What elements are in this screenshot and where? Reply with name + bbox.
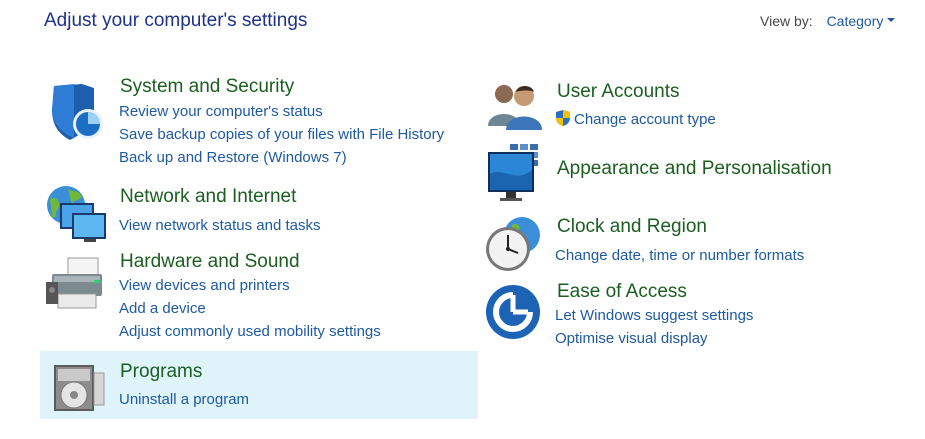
view-by: View by: Category: [760, 13, 896, 29]
category-user-accounts: User Accounts Change account type: [482, 80, 902, 134]
link-review-status[interactable]: Review your computer's status: [119, 100, 444, 123]
view-by-dropdown[interactable]: Category: [827, 13, 896, 29]
monitor-icon[interactable]: [486, 144, 546, 204]
link-network-status[interactable]: View network status and tasks: [119, 214, 321, 237]
clock-globe-icon[interactable]: [482, 215, 546, 275]
view-by-value: Category: [826, 13, 884, 29]
category-title[interactable]: System and Security: [120, 76, 294, 98]
ease-of-access-icon[interactable]: [484, 283, 542, 341]
category-hardware-and-sound: Hardware and Sound View devices and prin…: [44, 250, 474, 346]
category-title[interactable]: Clock and Region: [557, 216, 707, 238]
link-mobility-settings[interactable]: Adjust commonly used mobility settings: [119, 320, 381, 343]
category-programs[interactable]: Programs Uninstall a program: [40, 351, 478, 419]
link-optimise-display[interactable]: Optimise visual display: [555, 327, 753, 350]
category-clock-and-region: Clock and Region Change date, time or nu…: [482, 215, 902, 275]
page-title: Adjust your computer's settings: [44, 10, 308, 31]
category-appearance-personalisation: Appearance and Personalisation: [482, 142, 902, 202]
network-globe-icon[interactable]: [44, 185, 108, 245]
link-suggest-settings[interactable]: Let Windows suggest settings: [555, 304, 753, 327]
link-add-device[interactable]: Add a device: [119, 297, 381, 320]
link-change-account-type[interactable]: Change account type: [555, 108, 716, 131]
category-system-and-security: System and Security Review your computer…: [44, 76, 474, 172]
programs-icon: [54, 365, 105, 411]
category-title[interactable]: User Accounts: [557, 81, 680, 103]
category-title[interactable]: Network and Internet: [120, 186, 296, 208]
link-date-time-formats[interactable]: Change date, time or number formats: [555, 244, 804, 267]
category-title[interactable]: Ease of Access: [557, 281, 687, 303]
uac-shield-icon: [556, 110, 570, 127]
category-network-and-internet: Network and Internet View network status…: [44, 185, 474, 245]
category-title[interactable]: Hardware and Sound: [120, 251, 300, 273]
printer-icon[interactable]: [46, 256, 108, 314]
link-backup-restore[interactable]: Back up and Restore (Windows 7): [119, 146, 444, 169]
view-by-label: View by:: [760, 13, 813, 29]
category-ease-of-access: Ease of Access Let Windows suggest setti…: [482, 281, 902, 351]
category-title[interactable]: Programs: [120, 361, 202, 383]
shield-icon[interactable]: [48, 82, 108, 142]
link-devices-printers[interactable]: View devices and printers: [119, 274, 381, 297]
users-icon[interactable]: [486, 82, 546, 132]
category-title[interactable]: Appearance and Personalisation: [557, 158, 832, 180]
chevron-down-icon: [887, 18, 896, 23]
link-text: Change account type: [574, 111, 716, 128]
link-uninstall-program[interactable]: Uninstall a program: [119, 388, 249, 411]
link-file-history[interactable]: Save backup copies of your files with Fi…: [119, 123, 444, 146]
